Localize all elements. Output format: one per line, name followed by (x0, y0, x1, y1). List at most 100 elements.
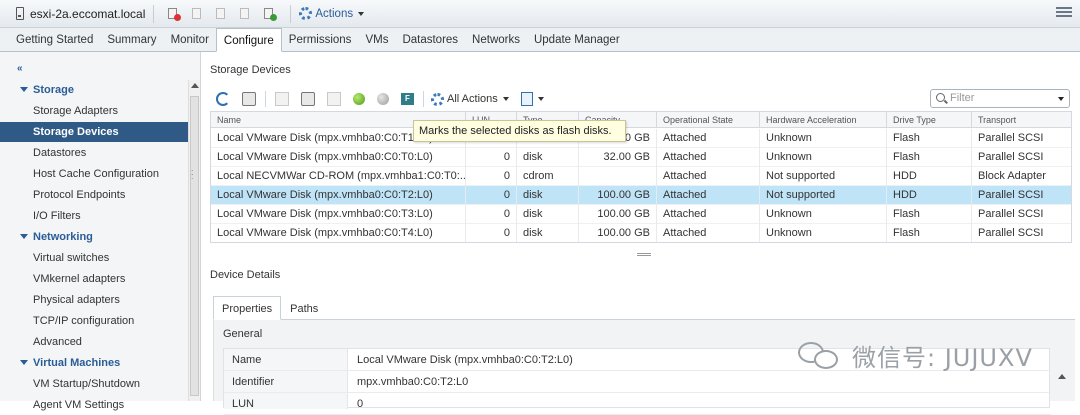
sidebar-item-vmkernel-adapters[interactable]: VMkernel adapters (0, 269, 189, 289)
property-value: Local VMware Disk (mpx.vmhba0:C0:T2:L0) (357, 354, 573, 366)
property-key: Identifier (232, 376, 275, 388)
tab-getting-started[interactable]: Getting Started (9, 29, 100, 51)
chevron-down-icon (502, 97, 509, 101)
table-row[interactable]: Local VMware Disk (mpx.vmhba0:C0:T3:L0) … (211, 205, 1071, 224)
turn-off-led-icon[interactable] (377, 93, 389, 105)
sidebar-group-networking[interactable]: Networking (0, 227, 189, 247)
expand-icon (20, 360, 28, 365)
rescan-icon[interactable] (327, 92, 341, 106)
chevron-down-icon[interactable] (537, 97, 544, 101)
sidebar-item-datastores[interactable]: Datastores (0, 143, 189, 163)
column-header-operational-state[interactable]: Operational State (657, 112, 760, 128)
sidebar: « Storage Storage Adapters Storage Devic… (0, 52, 201, 411)
power-on-icon[interactable] (191, 7, 205, 21)
sidebar-item-physical-adapters[interactable]: Physical adapters (0, 290, 189, 310)
all-actions-menu[interactable]: All Actions (431, 92, 509, 106)
chevron-down-icon[interactable] (358, 11, 365, 16)
filter-input[interactable]: Filter (930, 89, 1070, 108)
cell-capacity: 32.00 GB (579, 148, 657, 167)
cell-state: Attached (657, 167, 760, 186)
tab-vms[interactable]: VMs (358, 29, 395, 51)
cell-name: Local VMware Disk (mpx.vmhba0:C0:T3:L0) (211, 205, 466, 224)
wechat-logo-icon (798, 340, 842, 370)
scrollbar-thumb[interactable] (190, 96, 199, 396)
tab-properties[interactable]: Properties (213, 296, 282, 320)
sidebar-item-agent-vm-settings[interactable]: Agent VM Settings (0, 395, 189, 415)
table-row[interactable]: Local NECVMWar CD-ROM (mpx.vmhba1:C0:T0:… (211, 167, 1071, 186)
cell-drive-type: Flash (887, 205, 972, 224)
cell-name: Local NECVMWar CD-ROM (mpx.vmhba1:C0:T0:… (211, 167, 466, 186)
turn-on-led-icon[interactable] (353, 93, 365, 105)
resize-grip-icon[interactable]: :: (191, 168, 194, 181)
flash-tooltip: Marks the selected disks as flash disks. (413, 120, 626, 142)
device-details-title: Device Details (210, 269, 281, 281)
column-header-drive-type[interactable]: Drive Type (887, 112, 972, 128)
shutdown-host-icon[interactable] (263, 7, 278, 21)
scroll-up-icon[interactable] (191, 83, 199, 88)
toolbar-divider (153, 4, 155, 23)
pane-splitter[interactable] (210, 251, 1072, 257)
property-key: Name (232, 354, 262, 366)
table-row[interactable]: Local VMware Disk (mpx.vmhba0:C0:T0:L0) … (211, 148, 1071, 167)
tab-update-manager[interactable]: Update Manager (527, 29, 627, 51)
tab-datastores[interactable]: Datastores (395, 29, 465, 51)
expand-icon (20, 87, 28, 92)
cell-type: disk (517, 148, 579, 167)
cell-drive-type: Flash (887, 129, 972, 148)
sidebar-group-storage[interactable]: Storage (0, 80, 189, 100)
sidebar-scrollbar[interactable] (188, 80, 200, 401)
tab-networks[interactable]: Networks (465, 29, 527, 51)
refresh-icon[interactable] (216, 92, 230, 106)
sidebar-item-vm-startup-shutdown[interactable]: VM Startup/Shutdown (0, 374, 189, 394)
tab-permissions[interactable]: Permissions (282, 29, 359, 51)
sidebar-item-storage-adapters[interactable]: Storage Adapters (0, 101, 189, 121)
export-icon[interactable] (520, 92, 533, 106)
tab-configure[interactable]: Configure (215, 28, 282, 52)
sidebar-item-host-cache[interactable]: Host Cache Configuration (0, 164, 189, 184)
enter-maintenance-icon[interactable] (215, 7, 229, 21)
watermark: 微信号: JUJUXV (798, 335, 1078, 375)
attach-disk-icon[interactable] (242, 92, 256, 106)
page-title: Storage Devices (210, 64, 291, 76)
exit-maintenance-icon[interactable] (239, 7, 253, 21)
cell-drive-type: Flash (887, 148, 972, 167)
table-row[interactable]: Local VMware Disk (mpx.vmhba0:C0:T4:L0) … (211, 224, 1071, 242)
sidebar-item-virtual-switches[interactable]: Virtual switches (0, 248, 189, 268)
cell-lun: 0 (466, 148, 517, 167)
collapse-sidebar-icon[interactable]: « (17, 63, 22, 74)
gear-icon[interactable] (299, 7, 313, 20)
tab-paths[interactable]: Paths (281, 297, 327, 319)
menu-icon[interactable] (1056, 7, 1072, 19)
cell-hw-accel: Not supported (760, 186, 887, 205)
chevron-down-icon[interactable] (1058, 97, 1064, 101)
cell-state: Attached (657, 205, 760, 224)
gear-icon (431, 92, 444, 106)
sidebar-group-virtual-machines[interactable]: Virtual Machines (0, 353, 189, 373)
sidebar-item-storage-devices[interactable]: Storage Devices (0, 122, 189, 142)
host-name: esxi-2a.eccomat.local (30, 6, 146, 21)
sidebar-item-protocol-endpoints[interactable]: Protocol Endpoints (0, 185, 189, 205)
actions-menu[interactable]: Actions (315, 8, 353, 20)
cell-drive-type: HDD (887, 167, 972, 186)
property-row: LUN 0 (224, 393, 1051, 415)
property-key: LUN (232, 398, 255, 410)
rename-icon[interactable] (301, 92, 315, 106)
title-bar: esxi-2a.eccomat.local Actions (0, 0, 1080, 28)
new-vm-icon[interactable] (167, 7, 182, 21)
table-row[interactable]: Local VMware Disk (mpx.vmhba0:C0:T1:L0) … (211, 129, 1071, 148)
general-section-title: General (223, 328, 263, 340)
sidebar-item-io-filters[interactable]: I/O Filters (0, 206, 189, 226)
column-header-hardware-acceleration[interactable]: Hardware Acceleration (760, 112, 887, 128)
cell-state: Attached (657, 224, 760, 242)
cell-hw-accel: Unknown (760, 148, 887, 167)
detach-icon[interactable] (275, 92, 289, 106)
sidebar-item-tcpip-configuration[interactable]: TCP/IP configuration (0, 311, 189, 331)
tab-summary[interactable]: Summary (100, 29, 163, 51)
cell-state: Attached (657, 129, 760, 148)
table-row-selected[interactable]: Local VMware Disk (mpx.vmhba0:C0:T2:L0) … (211, 186, 1071, 205)
tab-monitor[interactable]: Monitor (164, 29, 216, 51)
cell-hw-accel: Not supported (760, 167, 887, 186)
sidebar-item-advanced[interactable]: Advanced (0, 332, 189, 352)
search-icon (936, 93, 945, 102)
mark-as-flash-icon[interactable]: F (401, 93, 414, 105)
